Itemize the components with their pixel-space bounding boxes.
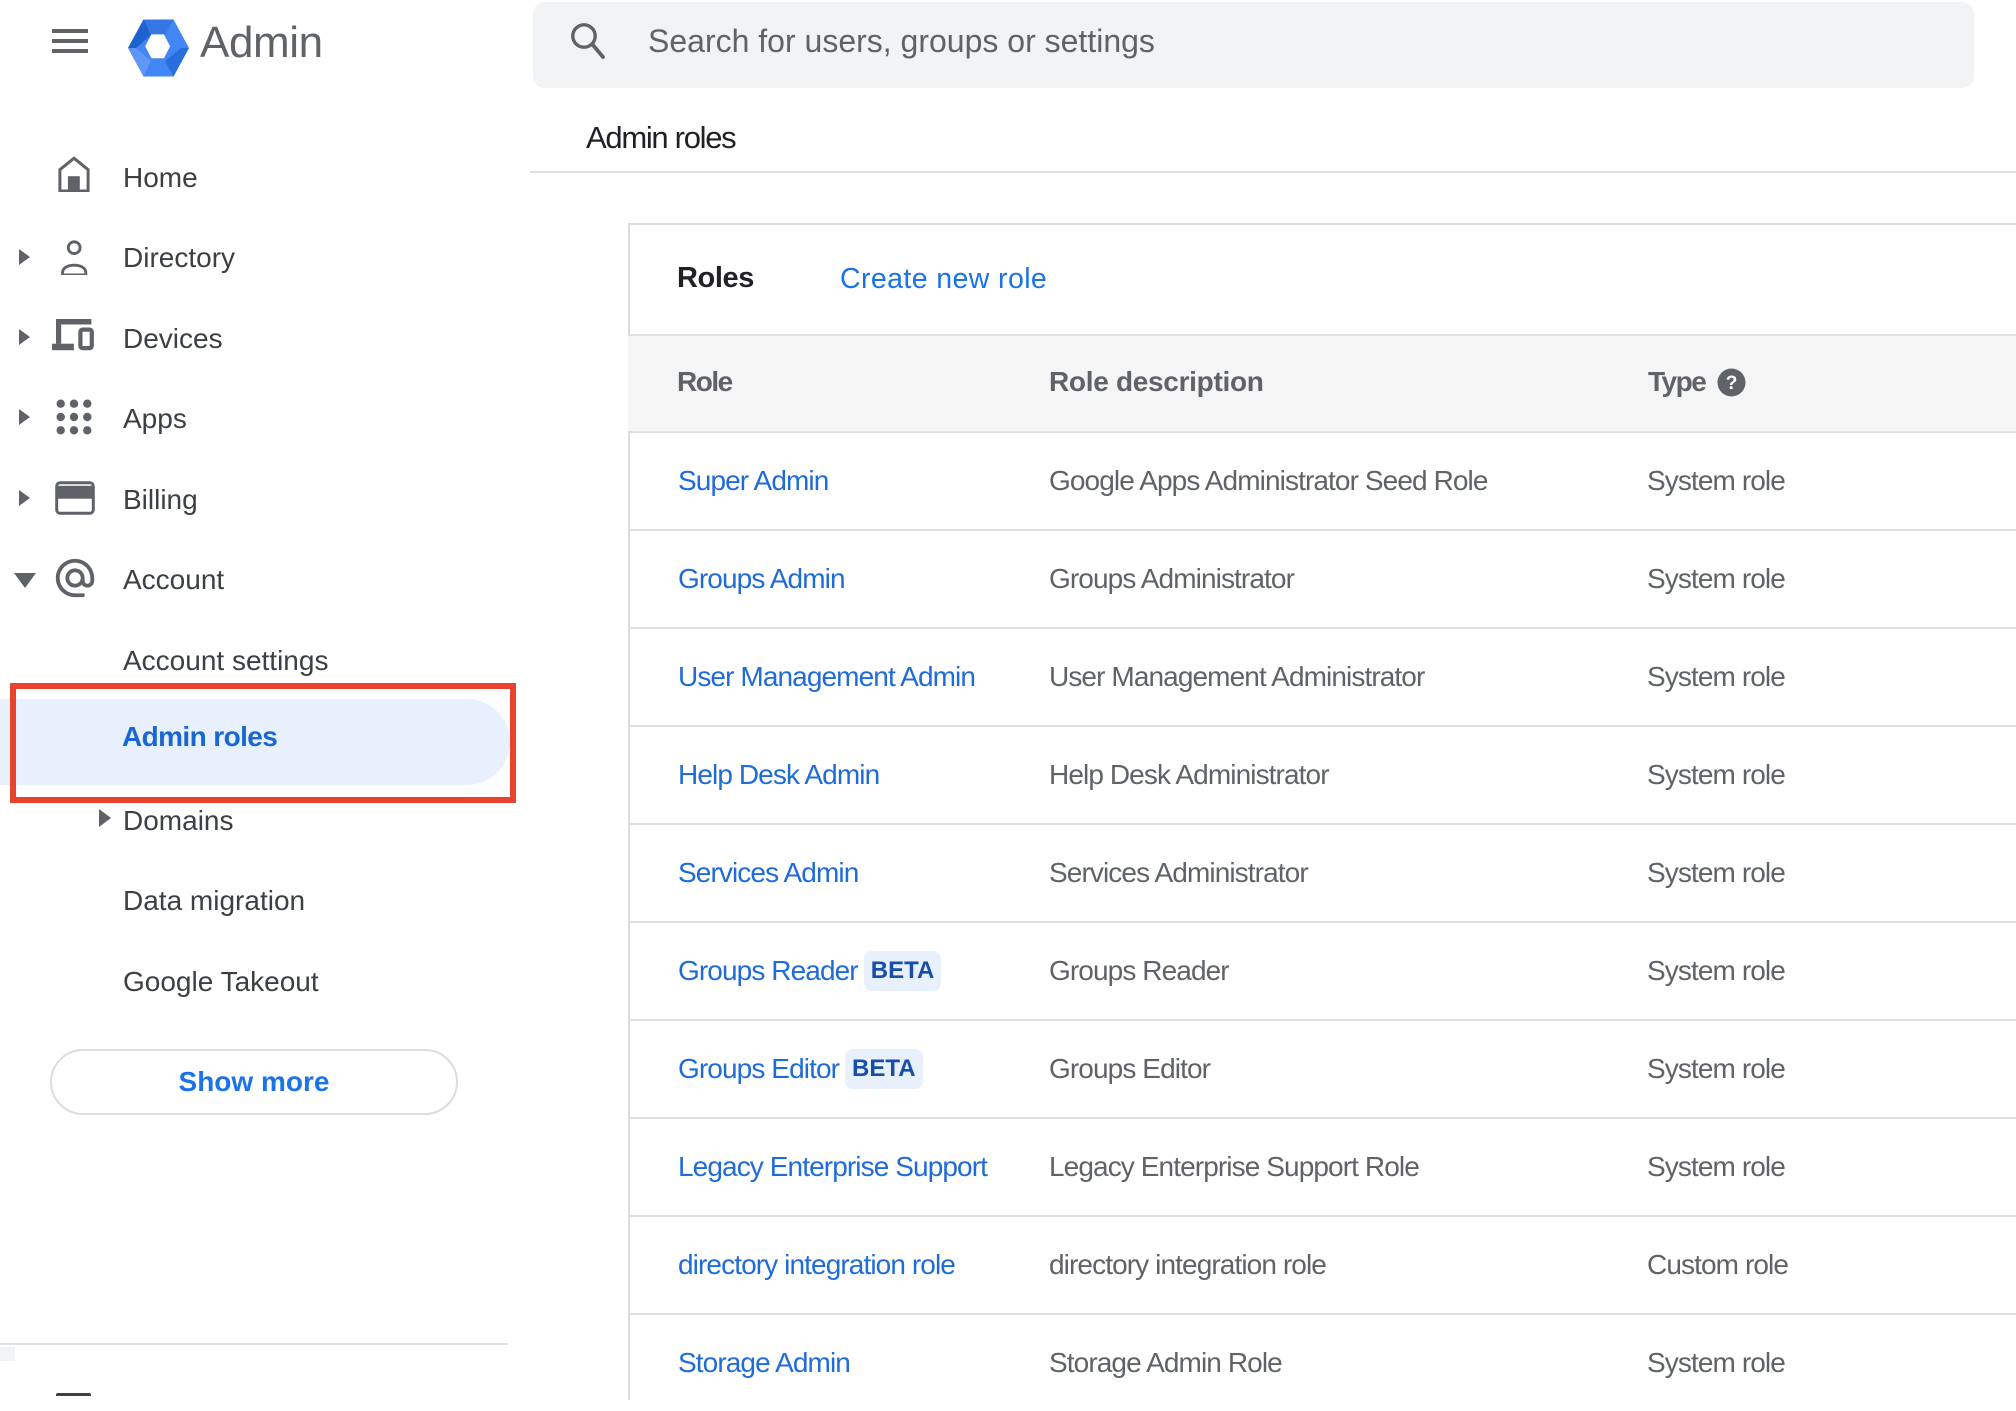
svg-text:?: ? [1726,373,1738,394]
